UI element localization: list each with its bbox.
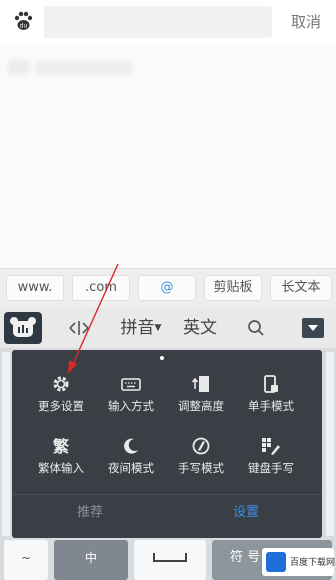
quick-insert-www[interactable]: www. [6, 275, 64, 301]
suggestion-area [0, 44, 336, 268]
collapse-keyboard-button[interactable] [302, 318, 324, 338]
watermark-text: 百度下载网 [290, 558, 336, 568]
svg-text:繁: 繁 [52, 437, 70, 456]
caret-down-icon: ▼ [154, 323, 162, 333]
search-icon[interactable] [246, 318, 266, 338]
menu-label: 繁体输入 [38, 461, 84, 475]
key-edge-right [326, 352, 334, 536]
moon-icon [121, 436, 141, 456]
menu-label: 单手模式 [248, 399, 294, 413]
watermark-logo-icon [266, 552, 286, 572]
quick-insert-long-text[interactable]: 长文本 [270, 275, 332, 301]
tab-recommend[interactable]: 推荐 [40, 502, 140, 524]
menu-item-one-hand[interactable]: 单手模式 [236, 368, 306, 424]
blurred-suggestion-icon [8, 60, 30, 74]
height-adjust-icon [191, 374, 211, 394]
space-bar-icon [152, 550, 188, 569]
english-mode-button[interactable]: 英文 [178, 316, 222, 340]
ime-toolbar [0, 308, 336, 348]
baidu-paw-icon[interactable]: du [12, 10, 34, 32]
search-input[interactable] [44, 6, 272, 38]
cancel-button[interactable]: 取消 [284, 11, 328, 33]
pinyin-label: 拼音 [120, 318, 155, 338]
quick-insert-at[interactable]: @ [138, 275, 196, 301]
menu-label: 键盘手写 [248, 461, 294, 475]
ime-logo-button[interactable] [4, 312, 42, 344]
menu-label: 手写模式 [178, 461, 224, 475]
menu-label: 调整高度 [178, 399, 224, 413]
one-hand-icon [261, 374, 281, 394]
blurred-suggestion-text [36, 62, 132, 74]
menu-label: 更多设置 [38, 399, 84, 413]
menu-item-handwriting[interactable]: 手写模式 [166, 430, 236, 486]
traditional-chinese-icon: 繁 [51, 436, 71, 456]
keyboard-icon [121, 374, 141, 394]
menu-label: 输入方式 [108, 399, 154, 413]
menu-item-traditional[interactable]: 繁 繁体输入 [26, 430, 96, 486]
menu-label: 夜间模式 [108, 461, 154, 475]
svg-text:du: du [20, 23, 28, 30]
page-indicator-dot [160, 356, 164, 360]
key-edge-left [2, 352, 10, 536]
annotation-arrow-icon [60, 262, 124, 376]
tab-settings[interactable]: 设置 [196, 502, 296, 524]
space-key[interactable] [134, 540, 206, 580]
gear-icon [51, 374, 71, 394]
menu-item-adjust-height[interactable]: 调整高度 [166, 368, 236, 424]
keyboard-handwriting-icon [261, 436, 281, 456]
quick-insert-clipboard[interactable]: 剪贴板 [204, 275, 262, 301]
popup-divider [12, 494, 322, 495]
menu-item-night-mode[interactable]: 夜间模式 [96, 430, 166, 486]
chinese-mode-key[interactable]: 中 [54, 540, 128, 580]
handwriting-icon [191, 436, 211, 456]
menu-item-more-settings[interactable]: 更多设置 [26, 368, 96, 424]
menu-item-input-method[interactable]: 输入方式 [96, 368, 166, 424]
tilde-key[interactable]: ~ [4, 540, 48, 580]
menu-item-keyboard-handwriting[interactable]: 键盘手写 [236, 430, 306, 486]
